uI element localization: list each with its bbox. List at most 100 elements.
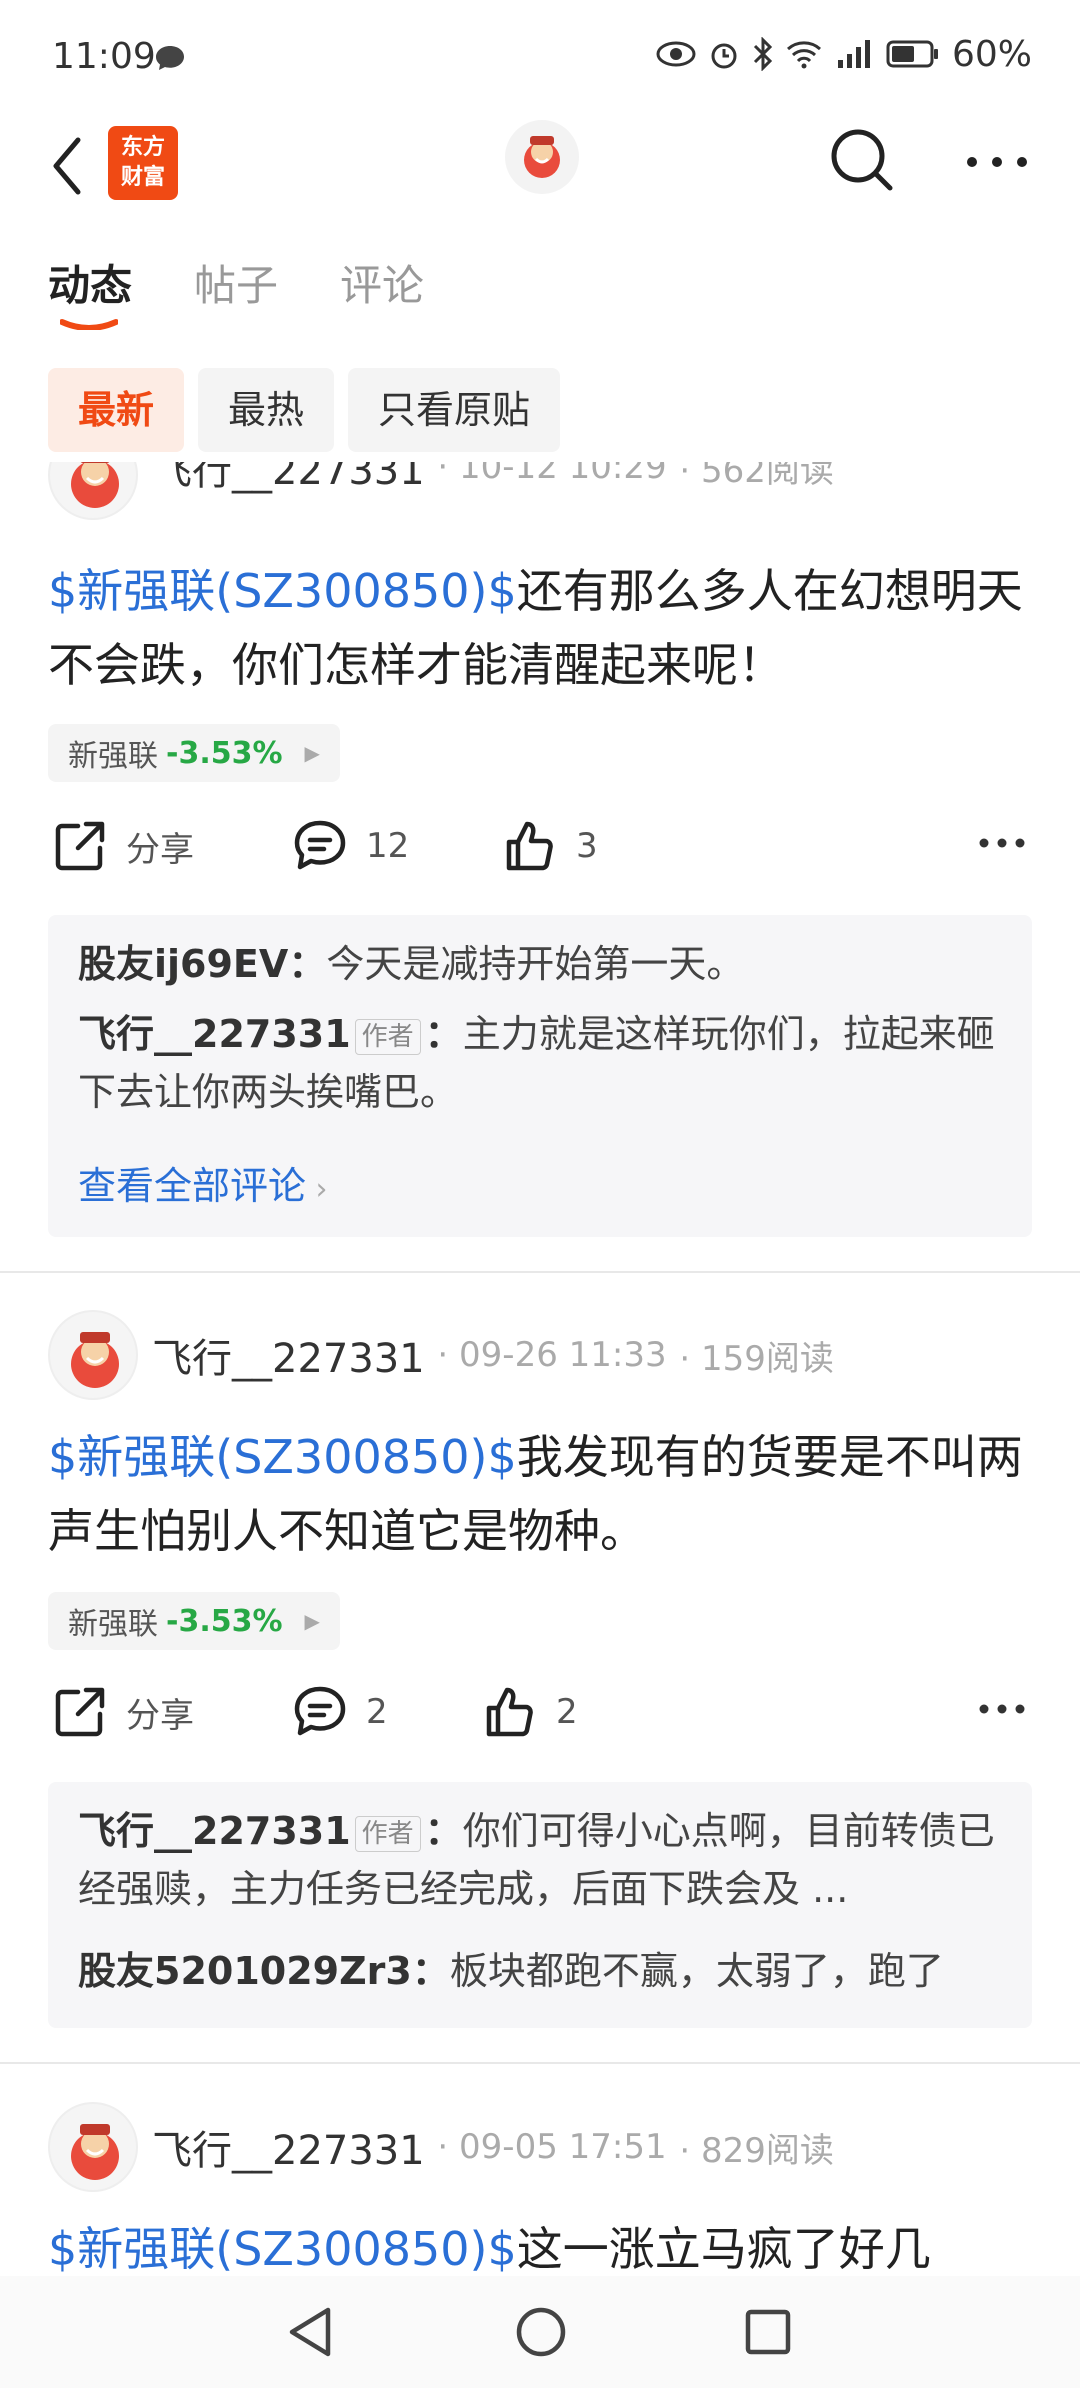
tab-dynamic-label: 动态 (48, 261, 133, 310)
post-divider (0, 1271, 1080, 1273)
more-menu-icon[interactable] (962, 142, 1032, 182)
commenter-name[interactable]: 股友5201029Zr3 (78, 1949, 412, 1993)
post-meta: 飞行__227331 · 09-26 11:33 · 159阅读 (152, 1330, 834, 1382)
post-meta: 飞行__227331 · 09-05 17:51 · 829阅读 (152, 2122, 834, 2174)
system-home-icon[interactable] (514, 2304, 568, 2360)
fortune-god-avatar-icon (71, 1332, 119, 1388)
like-count: 3 (576, 826, 598, 866)
comment-text: 今天是减持开始第一天。 (326, 942, 745, 986)
post-actions: 分享 12 3 (48, 818, 1032, 888)
read-count: · 829阅读 (679, 2130, 834, 2171)
stock-chip[interactable]: 新强联 -3.53% ▶ (48, 1592, 340, 1650)
system-navigation-bar (0, 2276, 1080, 2388)
logo-text-2: 财富 (120, 165, 165, 190)
comment-text: 板块都跑不赢，太弱了，跑了 (449, 1949, 944, 1993)
share-label: 分享 (126, 1695, 194, 1736)
stock-change: -3.53% (166, 735, 283, 771)
battery-icon (886, 40, 938, 68)
share-icon (55, 1687, 105, 1737)
chevron-right-icon: ▶ (304, 741, 320, 765)
comment-line: 飞行__227331 作者 ：主力就是这样玩你们，拉起来砸下去让你两头挨嘴巴。 (78, 1012, 995, 1114)
battery-percent: 60% (951, 33, 1032, 75)
post-time: · 09-26 11:33 (437, 1335, 667, 1375)
view-all-comments-link[interactable]: 查看全部评论 › (78, 1155, 328, 1210)
author-badge: 作者 (354, 1815, 421, 1852)
like-count: 2 (556, 1692, 578, 1732)
stock-name: 新强联 (68, 1607, 158, 1642)
message-icon (156, 46, 184, 70)
commenter-name[interactable]: 飞行__227331 (78, 1012, 351, 1056)
like-button[interactable]: 2 (482, 1684, 578, 1740)
post-divider (0, 2062, 1080, 2064)
share-label: 分享 (126, 829, 194, 870)
like-button[interactable]: 3 (502, 818, 598, 874)
author-badge: 作者 (354, 1018, 421, 1055)
comment-count: 2 (366, 1692, 388, 1732)
comment-line: 股友ij69EV：今天是减持开始第一天。 (78, 942, 745, 986)
app-logo: 东方 财富 (108, 126, 178, 200)
commenter-name[interactable]: 股友ij69EV (78, 942, 288, 986)
stock-tag-link[interactable]: $新强联(SZ300850)$ (48, 2222, 517, 2276)
filter-original-only[interactable]: 只看原贴 (348, 368, 561, 452)
active-tab-indicator (60, 319, 118, 330)
fortune-god-avatar-icon (71, 2124, 119, 2180)
wifi-icon (786, 41, 821, 69)
tab-comments[interactable]: 评论 (340, 252, 424, 332)
thumbs-up-icon (486, 1687, 533, 1737)
stock-change: -3.53% (166, 1603, 283, 1639)
chevron-right-icon: › (306, 1172, 328, 1207)
comment-preview[interactable]: 股友ij69EV：今天是减持开始第一天。 飞行__227331 作者 ：主力就是这样… (48, 915, 1032, 1237)
search-icon[interactable] (826, 124, 898, 196)
filter-chips: 最新 最热 只看原贴 (48, 368, 561, 452)
tab-posts[interactable]: 帖子 (194, 252, 278, 332)
system-back-icon[interactable] (284, 2304, 336, 2360)
post-content[interactable]: $新强联(SZ300850)$还有那么多人在幻想明天不会跌，你们怎样才能清醒起来… (48, 554, 1038, 702)
post-text: 这一涨立马疯了好几 (516, 2222, 931, 2276)
alarm-icon (711, 43, 737, 69)
tab-posts-label: 帖子 (194, 261, 279, 310)
chevron-right-icon: ▶ (304, 1609, 320, 1633)
post-more-icon[interactable] (978, 1702, 1026, 1716)
status-time: 11:09 (52, 36, 156, 77)
status-icons: 60% (656, 33, 1032, 75)
author-name[interactable]: 飞行__227331 (152, 1326, 425, 1384)
post-more-icon[interactable] (978, 836, 1026, 850)
tab-dynamic[interactable]: 动态 (48, 252, 132, 332)
profile-tabs: 动态 帖子 评论 (48, 252, 424, 332)
comment-preview[interactable]: 飞行__227331 作者 ：你们可得小心点啊，目前转债已经强赎，主力任务已经完成，… (48, 1782, 1032, 2028)
post-item[interactable]: 飞行__227331 · 10-12 10:29 · 562阅读 $新强联(SZ… (0, 462, 1080, 1272)
stock-tag-link[interactable]: $新强联(SZ300850)$ (48, 564, 517, 618)
comment-count: 12 (366, 826, 410, 866)
author-avatar[interactable] (48, 2102, 138, 2192)
share-icon (55, 821, 105, 871)
post-time: · 10-12 10:29 (437, 447, 667, 487)
tab-comments-label: 评论 (340, 261, 425, 310)
post-item[interactable]: 飞行__227331 · 09-05 17:51 · 829阅读 $新强联(SZ… (0, 2100, 1080, 2276)
author-avatar[interactable] (48, 1310, 138, 1400)
comment-button[interactable]: 12 (292, 818, 409, 874)
eye-icon (656, 41, 696, 67)
comment-button[interactable]: 2 (292, 1684, 388, 1740)
share-button[interactable]: 分享 (52, 818, 194, 874)
author-name[interactable]: 飞行__227331 (152, 2118, 425, 2176)
logo-text-1: 东方 (120, 135, 165, 160)
status-bar: 11:09 60% (0, 0, 1080, 110)
signal-icon (837, 40, 870, 68)
thumbs-up-icon (506, 821, 553, 871)
comment-icon (294, 1686, 346, 1736)
filter-latest[interactable]: 最新 (48, 368, 185, 452)
filter-hottest[interactable]: 最热 (198, 368, 335, 452)
stock-chip[interactable]: 新强联 -3.53% ▶ (48, 724, 340, 782)
user-avatar-top[interactable] (505, 120, 579, 194)
share-button[interactable]: 分享 (52, 1684, 194, 1740)
system-recents-icon[interactable] (742, 2304, 794, 2360)
commenter-name[interactable]: 飞行__227331 (78, 1809, 351, 1853)
post-content[interactable]: $新强联(SZ300850)$我发现有的货要是不叫两声生怕别人不知道它是物种。 (48, 1420, 1038, 1568)
stock-name: 新强联 (68, 739, 158, 774)
stock-tag-link[interactable]: $新强联(SZ300850)$ (48, 1430, 517, 1484)
post-content[interactable]: $新强联(SZ300850)$这一涨立马疯了好几 (48, 2212, 1038, 2276)
view-all-label: 查看全部评论 (78, 1164, 307, 1208)
top-nav: 东方 财富 (0, 110, 1080, 240)
post-item[interactable]: 飞行__227331 · 09-26 11:33 · 159阅读 $新强联(SZ… (0, 1308, 1080, 2048)
back-arrow-icon[interactable] (44, 130, 92, 202)
